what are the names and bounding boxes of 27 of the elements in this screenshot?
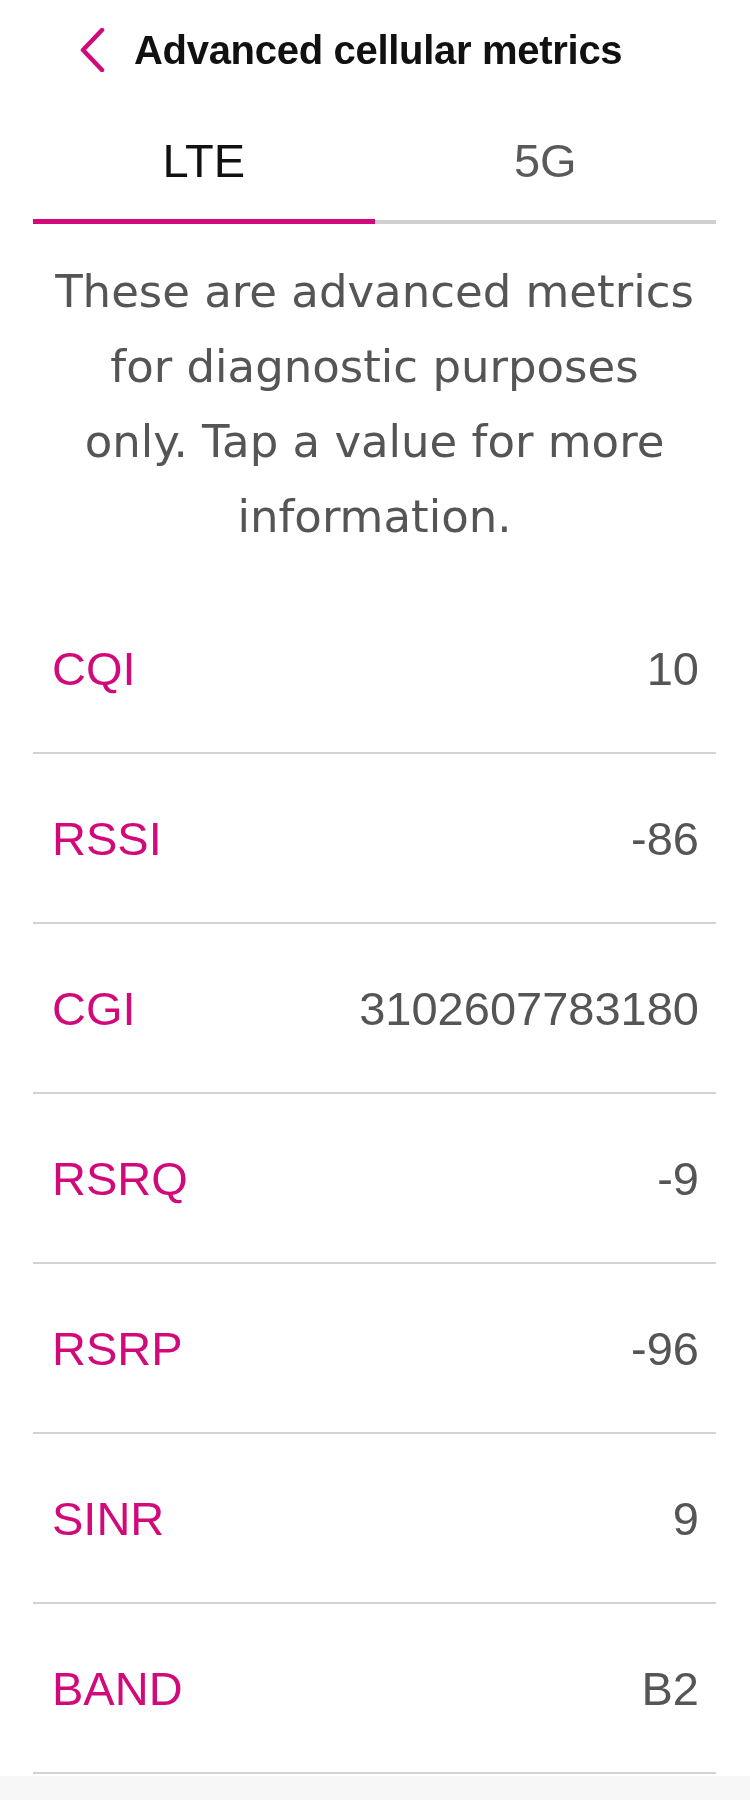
metric-name: RSSI: [52, 810, 162, 866]
metric-name: CGI: [52, 980, 136, 1036]
description-text: These are advanced metrics for diagnostic purposes only. Tap a value for more information.: [54, 264, 695, 545]
metric-name: BAND: [52, 1660, 183, 1716]
metric-value: B2: [641, 1660, 699, 1716]
chevron-left-icon: [79, 28, 105, 72]
metric-row[interactable]: CGI 3102607783180: [33, 924, 716, 1094]
metric-value: -86: [631, 810, 699, 866]
metric-row[interactable]: RSRP -96: [33, 1264, 716, 1434]
metric-row[interactable]: BAND B2: [33, 1604, 716, 1774]
metric-value: -9: [657, 1150, 699, 1206]
metric-name: RSRP: [52, 1320, 183, 1376]
metric-name: SINR: [52, 1490, 165, 1546]
metric-row[interactable]: RSRQ -9: [33, 1094, 716, 1264]
metric-value: -96: [631, 1320, 699, 1376]
metric-value: 9: [672, 1490, 699, 1546]
metric-name: CQI: [52, 640, 136, 696]
metric-row[interactable]: RSSI -86: [33, 754, 716, 924]
metric-value: 3102607783180: [359, 980, 699, 1036]
metric-row[interactable]: CQI 10: [33, 584, 716, 754]
metric-value: 10: [646, 640, 699, 696]
page-title: Advanced cellular metrics: [134, 27, 623, 73]
metric-name: RSRQ: [52, 1150, 188, 1206]
metric-row[interactable]: SINR 9: [33, 1434, 716, 1604]
tab[interactable]: 5G: [374, 100, 716, 224]
tab[interactable]: LTE: [33, 100, 375, 224]
back-button[interactable]: [79, 28, 105, 72]
